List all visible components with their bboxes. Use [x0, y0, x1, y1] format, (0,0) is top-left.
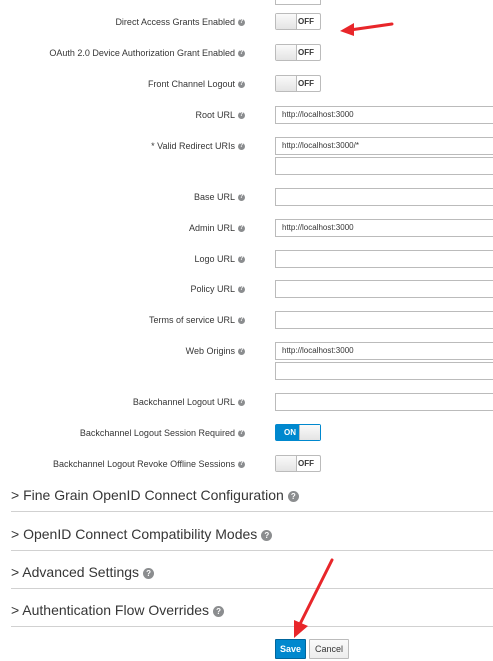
help-icon[interactable]: ? [143, 568, 155, 579]
direct-access-grants-label: Direct Access Grants Enabled? [115, 17, 245, 27]
help-icon[interactable]: ? [238, 286, 245, 294]
toggle-state: OFF [298, 17, 314, 26]
section-advanced-settings[interactable]: > Advanced Settings? [11, 564, 493, 589]
policy-url-input[interactable] [275, 280, 493, 298]
partial-toggle-top [275, 0, 321, 5]
base-url-input[interactable] [275, 188, 493, 206]
terms-of-service-url-label: Terms of service URL? [148, 315, 245, 325]
valid-redirect-uri-input[interactable]: http://localhost:3000/* [275, 137, 493, 155]
web-origins-new-input[interactable] [275, 362, 493, 380]
help-icon[interactable]: ? [238, 317, 245, 325]
root-url-input[interactable]: http://localhost:3000 [275, 106, 493, 124]
help-icon[interactable]: ? [238, 348, 245, 356]
backchannel-logout-url-input[interactable] [275, 393, 493, 411]
direct-access-grants-toggle[interactable]: OFF [275, 13, 321, 30]
policy-url-label: Policy URL? [190, 284, 245, 294]
help-icon[interactable]: ? [238, 256, 245, 264]
front-channel-logout-toggle[interactable]: OFF [275, 75, 321, 92]
section-oidc-compatibility[interactable]: > OpenID Connect Compatibility Modes? [11, 526, 493, 551]
admin-url-input[interactable]: http://localhost:3000 [275, 219, 493, 237]
toggle-knob [276, 45, 297, 60]
base-url-label: Base URL? [193, 192, 245, 202]
help-icon[interactable]: ? [238, 143, 245, 151]
toggle-knob [299, 425, 320, 440]
help-icon[interactable]: ? [238, 19, 245, 27]
section-title: > OpenID Connect Compatibility Modes [11, 526, 258, 542]
logo-url-label: Logo URL? [194, 254, 245, 264]
backchannel-session-required-label: Backchannel Logout Session Required? [79, 428, 245, 438]
backchannel-session-required-toggle[interactable]: ON [275, 424, 321, 441]
backchannel-logout-url-label: Backchannel Logout URL? [132, 397, 245, 407]
help-icon[interactable]: ? [238, 50, 245, 58]
backchannel-revoke-offline-toggle[interactable]: OFF [275, 455, 321, 472]
valid-redirect-uris-label: * Valid Redirect URIs? [151, 141, 245, 151]
device-authorization-toggle[interactable]: OFF [275, 44, 321, 61]
help-icon[interactable]: ? [261, 530, 273, 541]
annotation-arrow-icon [294, 558, 334, 638]
toggle-knob [276, 14, 297, 29]
help-icon[interactable]: ? [238, 194, 245, 202]
help-icon[interactable]: ? [238, 112, 245, 120]
toggle-knob [276, 76, 297, 91]
annotation-arrow-icon [340, 22, 394, 36]
save-button[interactable]: Save [275, 639, 306, 659]
admin-url-label: Admin URL? [188, 223, 245, 233]
help-icon[interactable]: ? [287, 491, 299, 502]
help-icon[interactable]: ? [238, 461, 245, 469]
terms-of-service-url-input[interactable] [275, 311, 493, 329]
section-title: > Authentication Flow Overrides [11, 602, 210, 618]
web-origins-label: Web Origins? [185, 346, 245, 356]
root-url-label: Root URL? [195, 110, 245, 120]
toggle-knob [276, 456, 297, 471]
backchannel-revoke-offline-label: Backchannel Logout Revoke Offline Sessio… [53, 459, 245, 469]
help-icon[interactable]: ? [213, 606, 225, 617]
section-title: > Advanced Settings [11, 564, 140, 580]
help-icon[interactable]: ? [238, 430, 245, 438]
help-icon[interactable]: ? [238, 81, 245, 89]
section-fine-grain-oidc[interactable]: > Fine Grain OpenID Connect Configuratio… [11, 487, 493, 512]
toggle-state: OFF [298, 459, 314, 468]
web-origins-input[interactable]: http://localhost:3000 [275, 342, 493, 360]
toggle-state: ON [284, 428, 296, 437]
cancel-button[interactable]: Cancel [309, 639, 349, 659]
front-channel-logout-label: Front Channel Logout? [147, 79, 245, 89]
section-title: > Fine Grain OpenID Connect Configuratio… [11, 487, 284, 503]
valid-redirect-uri-new-input[interactable] [275, 157, 493, 175]
toggle-state: OFF [298, 79, 314, 88]
section-auth-flow-overrides[interactable]: > Authentication Flow Overrides? [11, 602, 493, 627]
help-icon[interactable]: ? [238, 399, 245, 407]
device-authorization-label: OAuth 2.0 Device Authorization Grant Ena… [49, 48, 245, 58]
logo-url-input[interactable] [275, 250, 493, 268]
toggle-state: OFF [298, 48, 314, 57]
help-icon[interactable]: ? [238, 225, 245, 233]
